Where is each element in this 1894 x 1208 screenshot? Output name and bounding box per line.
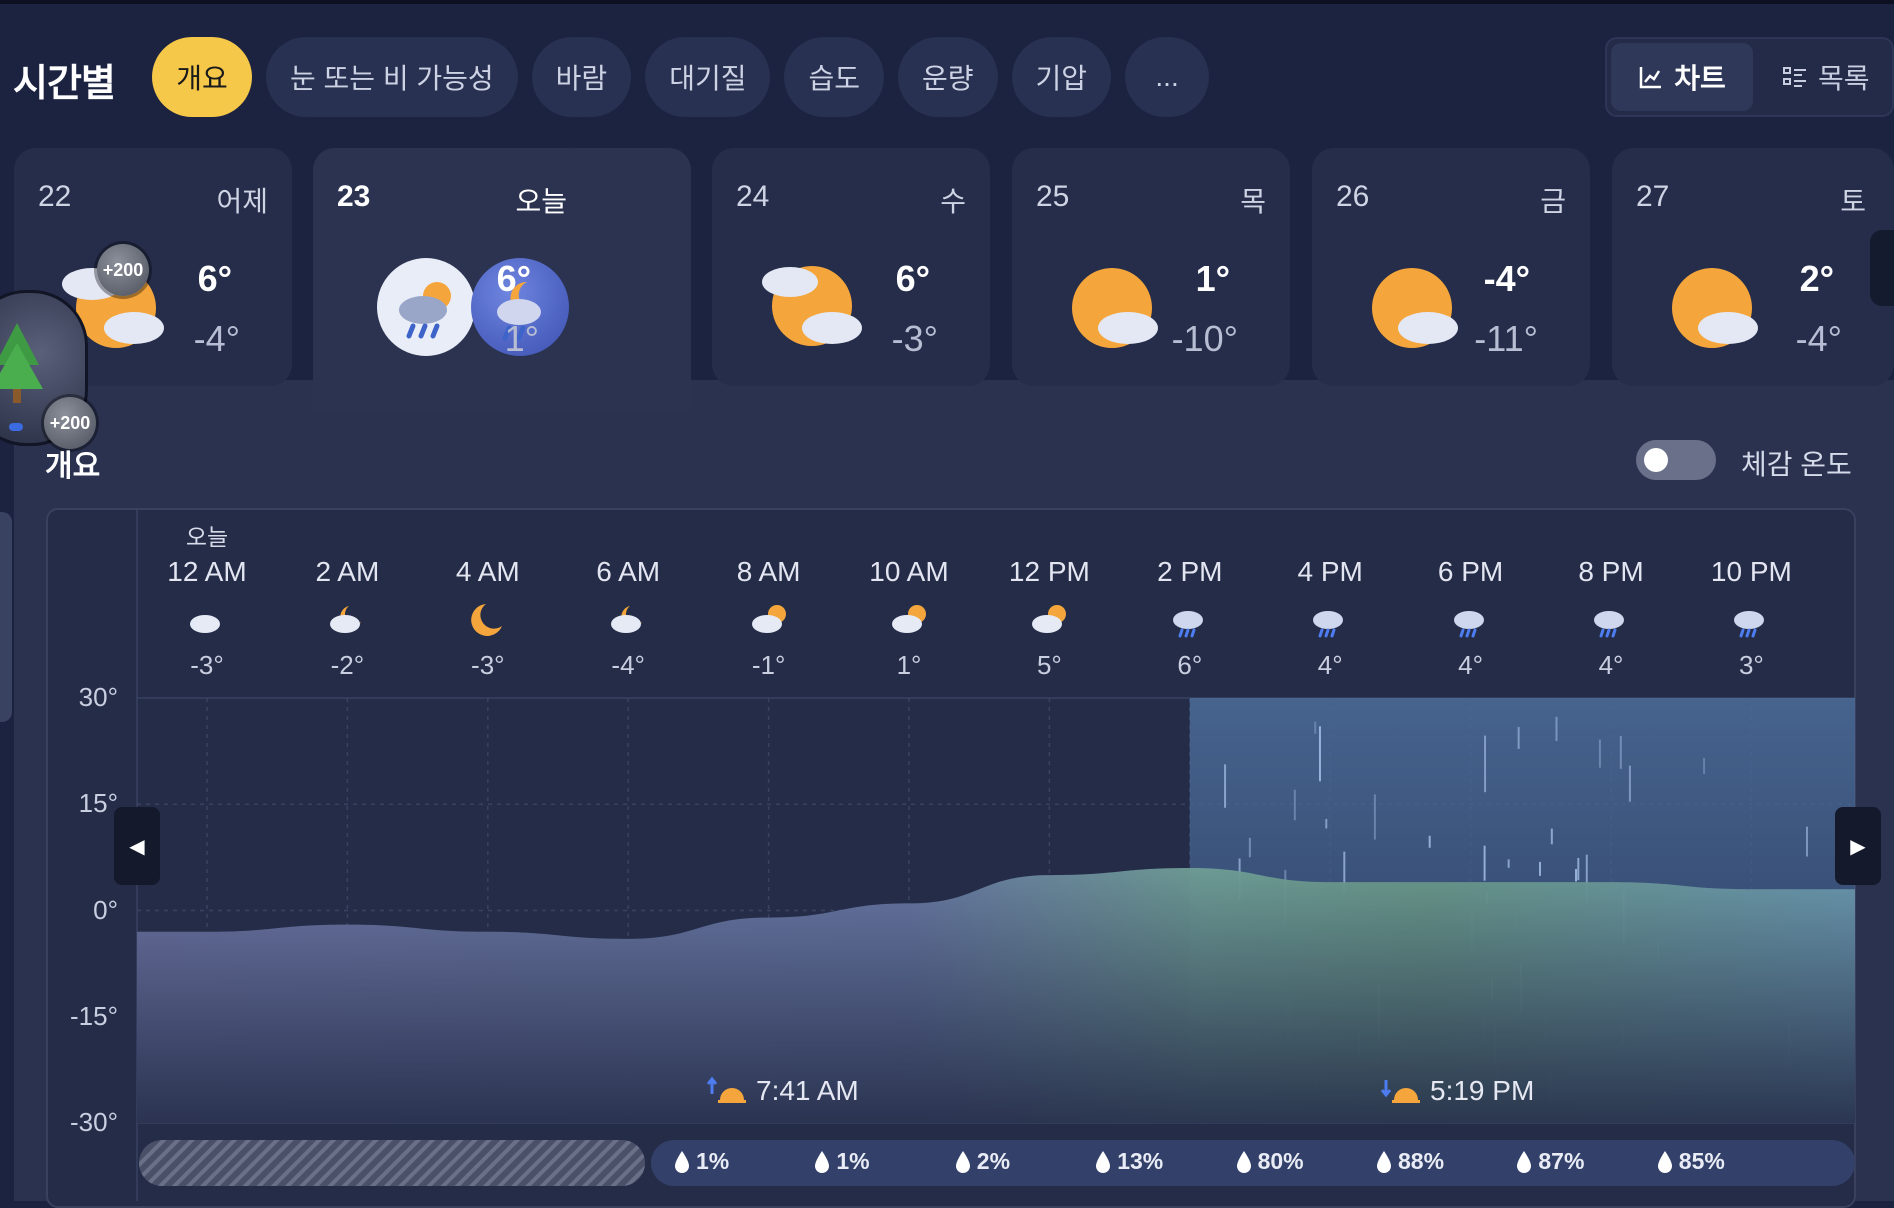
partly-cloudy-night-icon [611, 606, 643, 633]
hour-icon-wrap [1691, 596, 1811, 644]
rain-icon [1172, 611, 1203, 638]
precip-chance: 13% [1095, 1148, 1163, 1175]
precip-value: 1% [696, 1148, 730, 1174]
hour-icon-wrap [709, 596, 829, 644]
hour-icon-wrap [1411, 596, 1531, 644]
partly-cloudy-day-icon [1032, 605, 1067, 633]
hourly-item: 10 AM 1° [849, 556, 969, 681]
hour-icon-wrap [287, 596, 407, 644]
hourly-item: 2 AM -2° [287, 556, 407, 681]
hour-icon-wrap [989, 596, 1109, 644]
droplet-icon [1096, 1150, 1111, 1173]
droplet-icon [1236, 1150, 1251, 1173]
partly-cloudy-night-icon [330, 606, 362, 633]
sunrise-icon [706, 1076, 746, 1103]
hour-temp: -3° [471, 650, 505, 680]
hour-temp: -1° [751, 650, 786, 680]
precip-no-data [139, 1140, 645, 1186]
droplet-icon [1517, 1150, 1532, 1173]
hour-icon-wrap [1270, 596, 1390, 644]
hour-icon-wrap [1130, 596, 1250, 644]
hourly-item: 8 PM 4° [1551, 556, 1671, 681]
droplet-icon [815, 1150, 830, 1173]
temperature-area-fade [137, 868, 1855, 1123]
hourly-item: 4 AM -3° [428, 556, 548, 681]
precip-chance: 2% [955, 1148, 1010, 1175]
precip-chance: 1% [814, 1148, 870, 1175]
hourly-item: 12 PM 5° [989, 556, 1109, 681]
hourly-item: 6 PM 4° [1411, 556, 1531, 681]
rain-icon [1734, 611, 1765, 638]
hour-icon-wrap [568, 596, 688, 644]
scroll-left-button[interactable]: ◀ [114, 807, 160, 885]
droplet-icon [675, 1150, 689, 1173]
hour-icon-wrap [849, 596, 969, 644]
hour-time: 2 PM [1157, 556, 1223, 587]
sunset-icon [1380, 1080, 1420, 1103]
hour-temp: -2° [330, 650, 365, 680]
precip-chance: 80% [1236, 1148, 1304, 1175]
precip-chance: 87% [1516, 1148, 1584, 1175]
droplet-icon [1657, 1150, 1672, 1173]
hour-temp: 4° [1317, 650, 1343, 680]
hour-temp: 6° [1177, 650, 1203, 680]
hourly-item: 8 AM -1° [709, 556, 829, 681]
hour-time: 12 PM [1008, 556, 1090, 587]
partly-cloudy-day-icon [892, 605, 926, 633]
precip-chance: 1% [674, 1148, 729, 1175]
hour-temp: -3° [190, 650, 224, 680]
hour-time: 12 AM [167, 556, 247, 587]
hourly-item: 6 AM -4° [568, 556, 688, 681]
hour-time: 4 PM [1297, 556, 1363, 587]
droplet-icon [1377, 1150, 1391, 1173]
precip-value: 87% [1538, 1148, 1585, 1174]
cloudy-icon [190, 615, 220, 633]
droplet-icon [955, 1150, 970, 1173]
hour-time: 2 AM [315, 556, 380, 587]
hour-time: 6 AM [596, 556, 661, 587]
hourly-item: 12 AM -3° [147, 556, 267, 681]
hour-icon-wrap [428, 596, 548, 644]
hourly-item: 2 PM 6° [1130, 556, 1250, 681]
hour-temp: 4° [1458, 650, 1484, 680]
rain-icon [1594, 611, 1624, 638]
precip-value: 1% [836, 1148, 870, 1174]
hour-time: 6 PM [1437, 556, 1504, 587]
hour-time: 4 AM [455, 556, 520, 587]
hour-temp: -4° [611, 650, 645, 680]
partly-cloudy-day-icon [751, 605, 786, 633]
hour-temp: 5° [1036, 650, 1062, 680]
sunset-marker: 5:19 PM [1380, 1075, 1534, 1107]
sunrise-marker: 7:41 AM [706, 1075, 859, 1107]
sunset-time: 5:19 PM [1430, 1075, 1535, 1106]
precip-value: 13% [1117, 1148, 1164, 1174]
rain-icon [1313, 611, 1344, 638]
hour-icon-wrap [147, 596, 267, 644]
hour-time: 8 AM [736, 556, 801, 587]
precip-value: 80% [1257, 1148, 1304, 1174]
hourly-day-caption: 오늘 [185, 524, 229, 550]
hour-temp: 3° [1738, 650, 1764, 680]
precip-value: 88% [1398, 1148, 1445, 1174]
hour-temp: 4° [1598, 650, 1624, 680]
precip-chance: 85% [1657, 1148, 1725, 1175]
rain-icon [1453, 611, 1484, 638]
hourly-item: 4 PM 4° [1270, 556, 1390, 681]
hour-time: 10 AM [869, 556, 949, 587]
scroll-right-button[interactable]: ▶ [1835, 807, 1881, 885]
precip-value: 2% [976, 1148, 1011, 1174]
precip-chance: 88% [1376, 1148, 1444, 1175]
hour-icon-wrap [1551, 596, 1671, 644]
sunrise-time: 7:41 AM [756, 1075, 859, 1106]
hourly-item: 10 PM 3° [1691, 556, 1811, 681]
moon-icon [470, 604, 502, 636]
precip-value: 85% [1678, 1148, 1725, 1174]
hour-temp: 1° [896, 650, 922, 680]
hour-time: 10 PM [1710, 556, 1792, 587]
hour-time: 8 PM [1578, 556, 1644, 587]
